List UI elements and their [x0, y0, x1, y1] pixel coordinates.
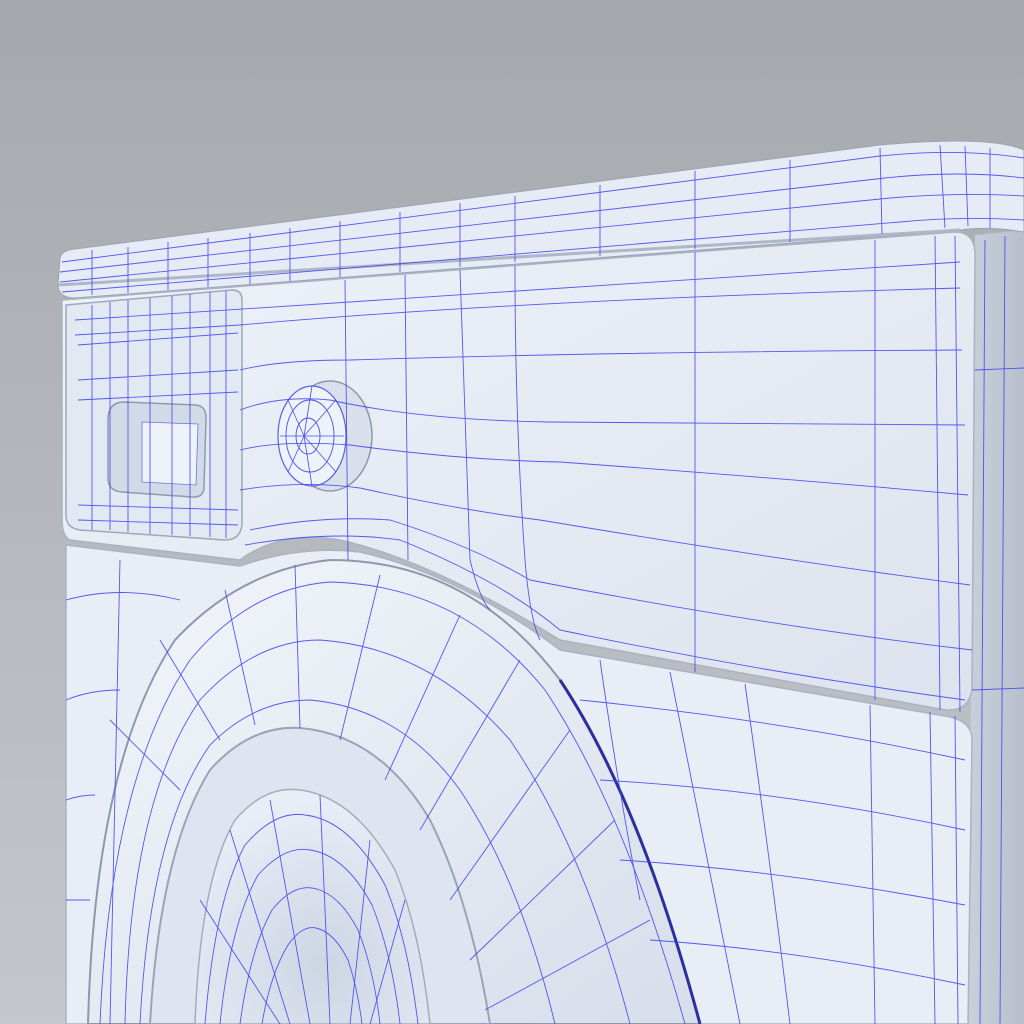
side-face [968, 230, 1024, 1024]
washing-machine-render [0, 0, 1024, 1024]
render-viewport [0, 0, 1024, 1024]
control-knob [277, 380, 373, 492]
